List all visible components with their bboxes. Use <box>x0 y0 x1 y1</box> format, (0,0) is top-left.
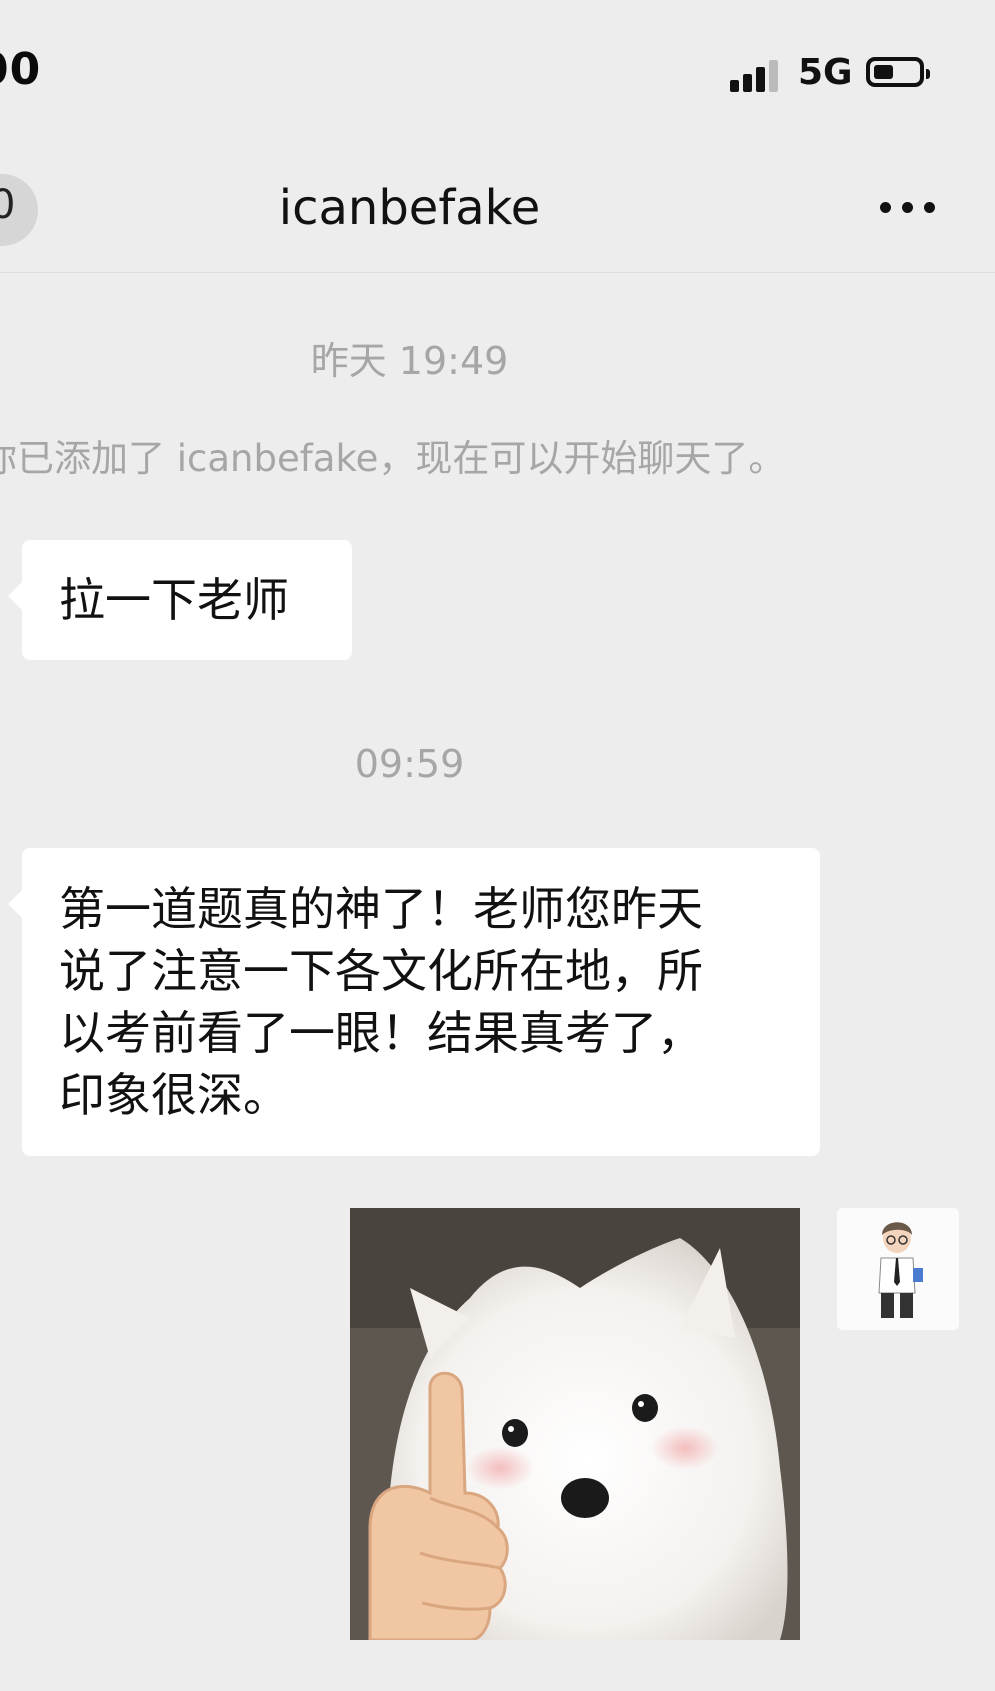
avatar-icon <box>837 1208 959 1330</box>
battery-fill <box>874 65 893 79</box>
timestamp: 09:59 <box>354 742 465 786</box>
battery-icon <box>866 57 930 87</box>
message-bubble[interactable]: 第一道题真的神了！老师您昨天 说了注意一下各文化所在地，所 以考前看了一眼！结果… <box>8 848 820 1156</box>
system-message: 你已添加了 icanbefake，现在可以开始聊天了。 <box>0 437 786 480</box>
chat-title: icanbefake <box>278 180 541 236</box>
more-dots-icon[interactable] <box>880 202 940 214</box>
timestamp: 昨天 19:49 <box>310 339 509 383</box>
thumbs-up-dog-sticker[interactable] <box>350 1208 800 1640</box>
chat-header: 0 icanbefake <box>0 150 995 273</box>
status-bar: 00 5G <box>0 0 995 150</box>
avatar[interactable] <box>837 1208 959 1330</box>
signal-icon <box>730 58 786 92</box>
sticker-image <box>350 1208 800 1640</box>
status-time: 00 <box>0 44 42 95</box>
network-type: 5G <box>798 52 853 93</box>
message-bubble[interactable]: 拉一下老师 <box>8 540 352 660</box>
